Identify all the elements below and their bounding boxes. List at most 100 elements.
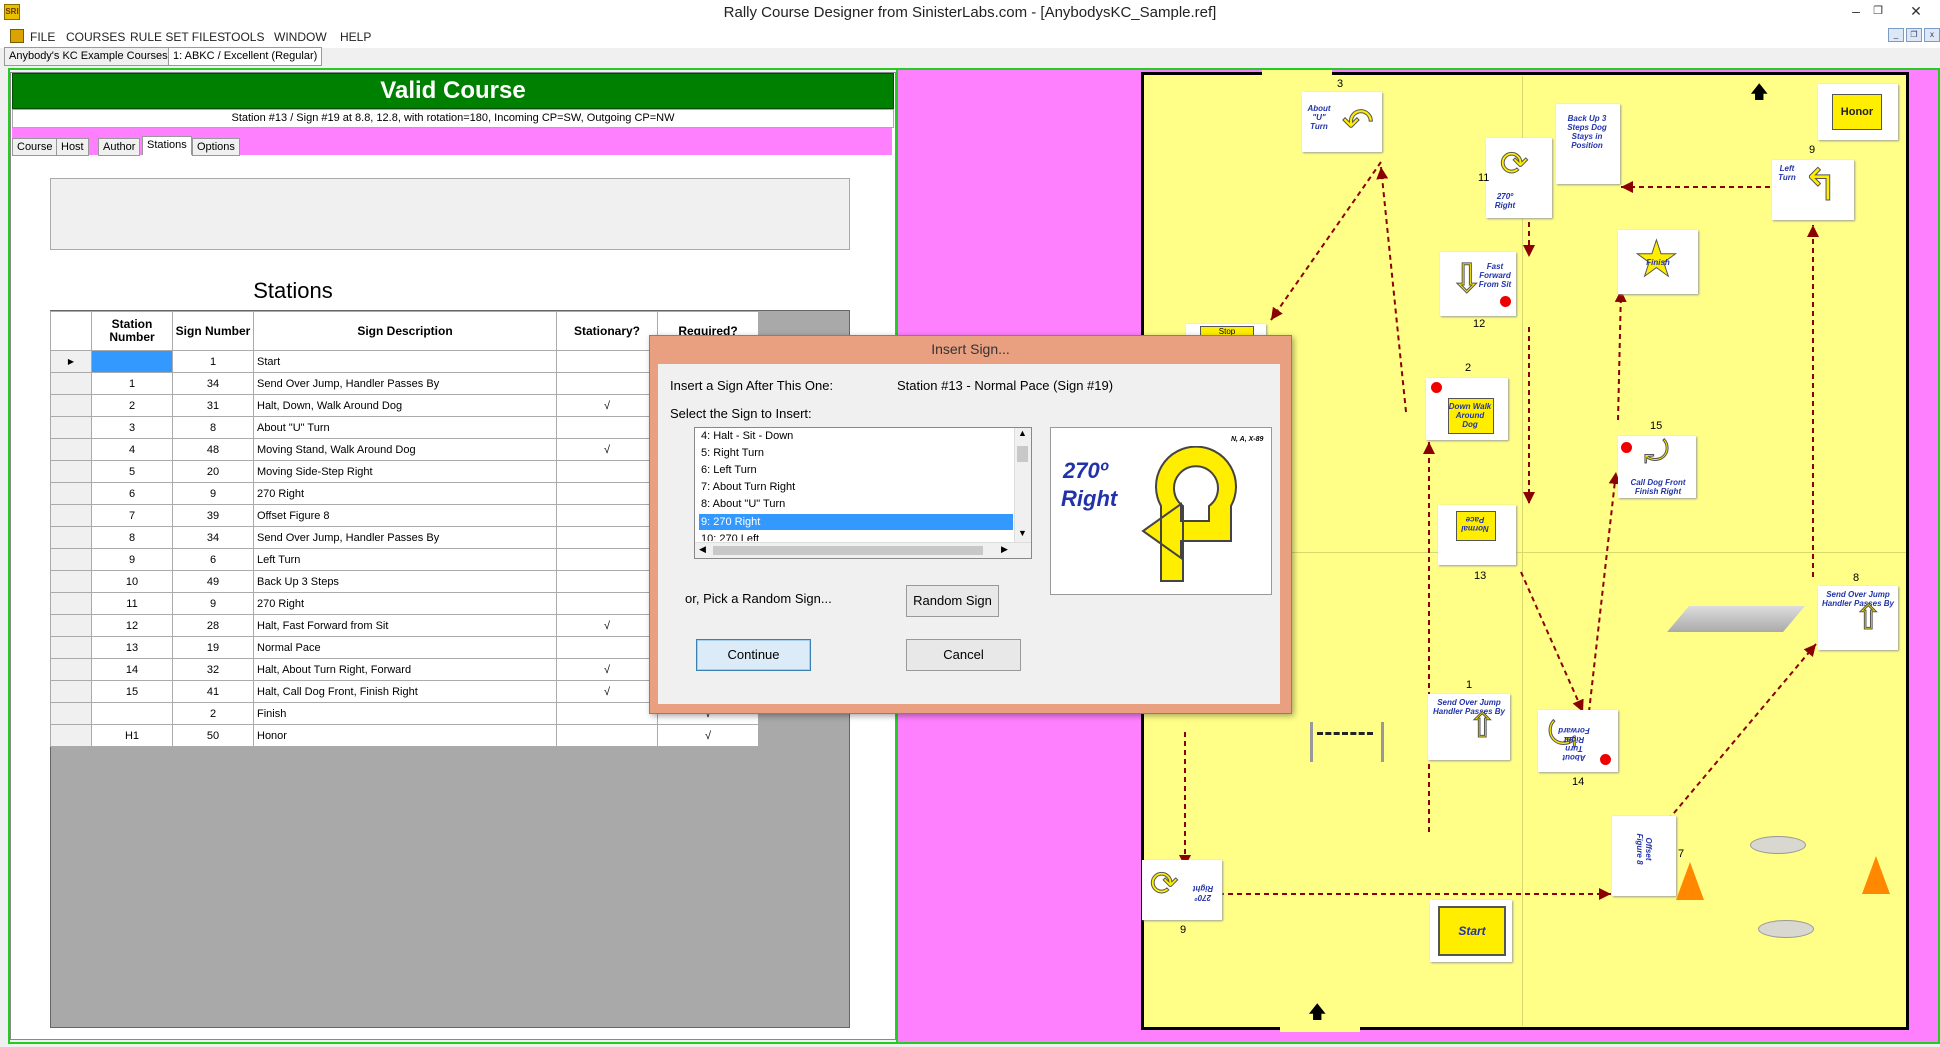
menu-rule-set-files[interactable]: RULE SET FILES — [130, 30, 225, 44]
cell-stationary[interactable] — [556, 350, 658, 373]
cell-sign-number[interactable]: 39 — [172, 504, 254, 527]
cell-sign-description[interactable]: Moving Side-Step Right — [253, 460, 557, 483]
row-header[interactable] — [50, 372, 92, 395]
tab-host[interactable]: Host — [56, 138, 89, 156]
cell-station-number[interactable]: 3 — [91, 416, 173, 439]
cell-stationary[interactable]: √ — [556, 614, 658, 637]
cell-station-number[interactable]: 10 — [91, 570, 173, 593]
cell-stationary[interactable] — [556, 570, 658, 593]
scroll-thumb-h[interactable] — [713, 546, 983, 555]
cell-sign-number[interactable]: 34 — [172, 526, 254, 549]
jump-hurdle[interactable] — [1310, 722, 1384, 762]
sign-1-send-over-jump[interactable]: Send Over Jump Handler Passes By ⇧ — [1428, 694, 1510, 760]
cell-sign-description[interactable]: Honor — [253, 724, 557, 747]
cell-sign-description[interactable]: Left Turn — [253, 548, 557, 571]
cell-sign-number[interactable]: 20 — [172, 460, 254, 483]
cell-stationary[interactable]: √ — [556, 394, 658, 417]
cell-sign-number[interactable]: 6 — [172, 548, 254, 571]
cell-sign-description[interactable]: Halt, Down, Walk Around Dog — [253, 394, 557, 417]
row-header[interactable] — [50, 548, 92, 571]
list-item[interactable]: 4: Halt - Sit - Down — [701, 428, 793, 444]
cell-sign-number[interactable]: 32 — [172, 658, 254, 681]
cell-station-number[interactable]: H1 — [91, 724, 173, 747]
row-header[interactable] — [50, 438, 92, 461]
cell-station-number[interactable]: 15 — [91, 680, 173, 703]
restore-button[interactable]: ❐ — [1868, 2, 1888, 20]
cell-stationary[interactable]: √ — [556, 680, 658, 703]
scroll-down-icon[interactable]: ▼ — [1018, 528, 1027, 538]
sign-12-fast-forward[interactable]: ⇩ Fast Forward From Sit — [1440, 252, 1516, 316]
scroll-thumb[interactable] — [1017, 446, 1028, 462]
table-row[interactable]: H1 50 Honor √ — [50, 724, 759, 747]
cell-sign-number[interactable]: 1 — [172, 350, 254, 373]
sign-7-offset-figure-8[interactable]: Offset Figure 8 — [1612, 816, 1676, 896]
sign-honor[interactable]: Honor — [1818, 84, 1898, 140]
cell-sign-description[interactable]: Send Over Jump, Handler Passes By — [253, 372, 557, 395]
cell-sign-description[interactable]: Offset Figure 8 — [253, 504, 557, 527]
cell-station-number[interactable]: 1 — [91, 372, 173, 395]
cell-stationary[interactable] — [556, 636, 658, 659]
sign-3-about-u-turn[interactable]: About "U" Turn ↶ — [1302, 92, 1382, 152]
tab-author[interactable]: Author — [98, 138, 141, 156]
cell-sign-number[interactable]: 9 — [172, 482, 254, 505]
row-header[interactable] — [50, 680, 92, 703]
app-icon[interactable]: SRI — [4, 4, 20, 20]
cell-sign-number[interactable]: 28 — [172, 614, 254, 637]
cell-station-number[interactable]: 2 — [91, 394, 173, 417]
cell-sign-description[interactable]: 270 Right — [253, 592, 557, 615]
row-header[interactable] — [50, 482, 92, 505]
row-header[interactable]: ▶ — [50, 350, 92, 373]
cell-stationary[interactable] — [556, 504, 658, 527]
cell-sign-number[interactable]: 34 — [172, 372, 254, 395]
scroll-left-icon[interactable]: ◀ — [699, 544, 706, 555]
row-header[interactable] — [50, 702, 92, 725]
menu-courses[interactable]: COURSES — [66, 30, 125, 44]
cell-stationary[interactable] — [556, 482, 658, 505]
list-item[interactable]: 6: Left Turn — [701, 462, 757, 478]
broad-jump[interactable] — [1667, 606, 1805, 632]
sign-8-send-over-jump[interactable]: Send Over Jump Handler Passes By ⇧ — [1818, 586, 1898, 650]
tab-course[interactable]: Course — [12, 138, 58, 156]
sign-9-left-turn[interactable]: Left Turn ↰ — [1772, 160, 1854, 220]
cell-sign-description[interactable]: Finish — [253, 702, 557, 725]
cell-stationary[interactable] — [556, 724, 658, 747]
cell-sign-description[interactable]: Halt, Fast Forward from Sit — [253, 614, 557, 637]
cancel-button[interactable]: Cancel — [906, 639, 1021, 671]
scroll-up-icon[interactable]: ▲ — [1018, 428, 1027, 438]
sign-listbox[interactable]: 4: Halt - Sit - Down 5: Right Turn 6: Le… — [694, 427, 1032, 559]
cell-sign-number[interactable]: 41 — [172, 680, 254, 703]
cell-sign-description[interactable]: Halt, About Turn Right, Forward — [253, 658, 557, 681]
list-item-selected[interactable]: 9: 270 Right — [699, 514, 1013, 530]
col-station-number[interactable]: Station Number — [91, 311, 173, 351]
cell-stationary[interactable]: √ — [556, 658, 658, 681]
row-header[interactable] — [50, 592, 92, 615]
cell-sign-description[interactable]: Back Up 3 Steps — [253, 570, 557, 593]
col-sign-description[interactable]: Sign Description — [253, 311, 557, 351]
row-header[interactable] — [50, 636, 92, 659]
row-header[interactable] — [50, 526, 92, 549]
sign-10-back-up[interactable]: Back Up 3 Steps Dog Stays in Position — [1556, 104, 1620, 184]
menu-file[interactable]: FILE — [30, 30, 55, 44]
continue-button[interactable]: Continue — [696, 639, 811, 671]
list-item[interactable]: 8: About "U" Turn — [701, 496, 785, 512]
menu-tools[interactable]: TOOLS — [224, 30, 264, 44]
cell-stationary[interactable] — [556, 548, 658, 571]
cell-stationary[interactable] — [556, 592, 658, 615]
cell-station-number[interactable]: 8 — [91, 526, 173, 549]
cell-station-number[interactable]: 9 — [91, 548, 173, 571]
row-header[interactable] — [50, 460, 92, 483]
sign-finish[interactable]: ★ Finish — [1618, 230, 1698, 294]
list-item[interactable]: 7: About Turn Right — [701, 479, 795, 495]
cell-sign-number[interactable]: 2 — [172, 702, 254, 725]
row-header[interactable] — [50, 570, 92, 593]
minimize-button[interactable]: – — [1846, 2, 1866, 20]
row-header[interactable] — [50, 416, 92, 439]
row-header[interactable] — [50, 394, 92, 417]
cell-sign-description[interactable]: 270 Right — [253, 482, 557, 505]
cell-station-number[interactable] — [91, 350, 173, 373]
col-stationary[interactable]: Stationary? — [556, 311, 658, 351]
doc-tab-abkc[interactable]: 1: ABKC / Excellent (Regular) — [168, 47, 323, 66]
cell-sign-number[interactable]: 31 — [172, 394, 254, 417]
cell-station-number[interactable]: 12 — [91, 614, 173, 637]
list-item[interactable]: 5: Right Turn — [701, 445, 764, 461]
